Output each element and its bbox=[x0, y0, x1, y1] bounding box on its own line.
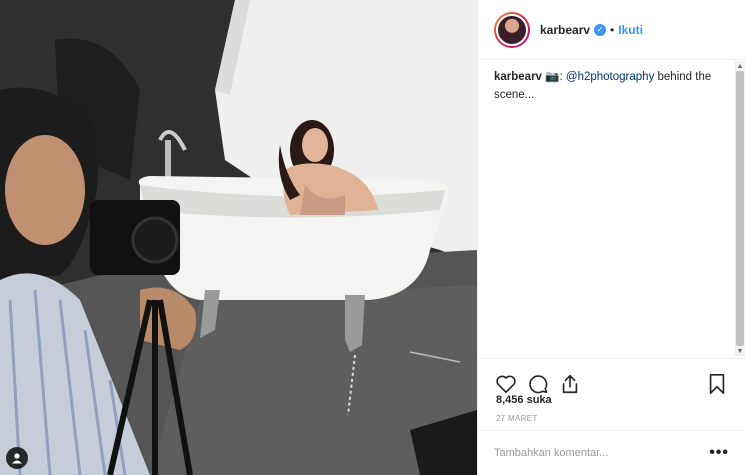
caption-mention[interactable]: @h2photography bbox=[566, 71, 654, 83]
verified-badge-icon: ✓ bbox=[594, 23, 607, 36]
person-tag-icon[interactable] bbox=[6, 447, 28, 469]
heart-icon[interactable] bbox=[494, 372, 518, 396]
caption-username[interactable]: karbearv bbox=[494, 71, 542, 83]
comment-input[interactable] bbox=[494, 447, 710, 459]
comments-scrollbar[interactable]: ▲ ▼ bbox=[735, 61, 745, 356]
header-username[interactable]: karbearv bbox=[540, 23, 590, 37]
caption-separator: : bbox=[559, 71, 563, 83]
comments-section: karbearv 📷: @h2photography behind the sc… bbox=[478, 61, 745, 356]
add-comment-bar: ••• bbox=[478, 430, 745, 475]
scroll-down-icon[interactable]: ▼ bbox=[735, 346, 745, 356]
caption: karbearv 📷: @h2photography behind the sc… bbox=[494, 69, 729, 105]
header-user-row: karbearv ✓ • Ikuti bbox=[540, 23, 643, 37]
scrollbar-thumb[interactable] bbox=[736, 71, 744, 346]
likes-count[interactable]: 8,456 suka bbox=[496, 394, 552, 406]
post-date[interactable]: 27 MARET bbox=[496, 414, 538, 423]
header-separator: • bbox=[610, 22, 615, 37]
camera-emoji: 📷 bbox=[545, 71, 560, 83]
scroll-up-icon[interactable]: ▲ bbox=[735, 61, 745, 71]
post-header: karbearv ✓ • Ikuti bbox=[478, 0, 745, 60]
share-icon[interactable] bbox=[558, 372, 582, 396]
more-options-icon[interactable]: ••• bbox=[709, 444, 729, 462]
post-detail-panel: karbearv ✓ • Ikuti karbearv 📷: @h2photog… bbox=[477, 0, 745, 475]
avatar-image bbox=[496, 13, 528, 46]
comment-icon[interactable] bbox=[526, 372, 550, 396]
avatar[interactable] bbox=[494, 11, 530, 48]
follow-button[interactable]: Ikuti bbox=[618, 23, 643, 37]
post-image[interactable] bbox=[0, 0, 477, 475]
bookmark-icon[interactable] bbox=[705, 372, 729, 396]
